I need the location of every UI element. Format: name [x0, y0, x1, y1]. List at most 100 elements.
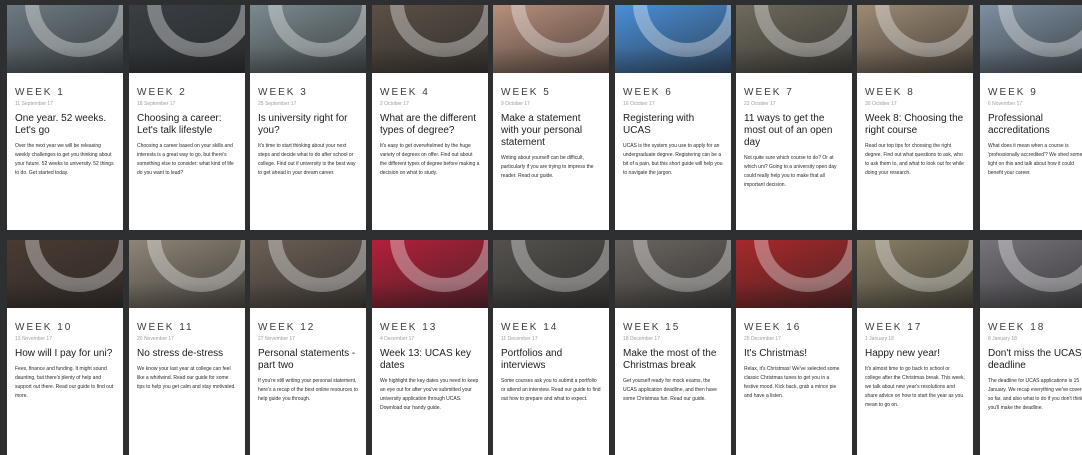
card-body: WEEK 3 25 September 17 Is university right…	[250, 73, 366, 184]
card-image-shade	[493, 282, 609, 308]
week-date: 25 December 17	[744, 336, 781, 342]
card-image-shade	[615, 47, 731, 73]
card-image	[372, 5, 488, 73]
card-body: WEEK 2 18 September 17 Choosing a career: …	[129, 73, 245, 184]
week-date: 4 December 17	[380, 336, 415, 342]
card-description: UCAS is the system you use to apply for …	[623, 143, 723, 176]
week-card[interactable]: WEEK 6 16 October 17 Registering with UCAS…	[615, 5, 731, 230]
week-card[interactable]: WEEK 15 18 December 17 Make the most of th…	[615, 240, 731, 455]
week-card[interactable]: WEEK 5 9 October 17 Make a statement with …	[493, 5, 609, 230]
card-title[interactable]: One year. 52 weeks. Let's go	[15, 113, 115, 137]
card-body: WEEK 13 4 December 17 Week 13: UCAS key da…	[372, 308, 488, 419]
card-body: WEEK 8 30 October 17 Week 8: Choosing the …	[857, 73, 973, 184]
week-label: WEEK 5	[501, 87, 551, 98]
card-image-shade	[250, 282, 366, 308]
week-card[interactable]: WEEK 12 27 November 17 Personal statements…	[250, 240, 366, 455]
card-image-shade	[129, 282, 245, 308]
week-date: 6 November 17	[988, 101, 1023, 107]
card-image-shade	[736, 282, 852, 308]
card-image-shade	[129, 47, 245, 73]
card-title[interactable]: 11 ways to get the most out of an open d…	[744, 113, 844, 149]
week-date: 8 January 18	[988, 336, 1017, 342]
card-image	[493, 240, 609, 308]
week-card[interactable]: WEEK 18 8 January 18 Don't miss the UCAS d…	[980, 240, 1082, 455]
card-description: Choosing a career based on your skills a…	[137, 143, 234, 176]
week-card[interactable]: WEEK 1 11 September 17 One year. 52 weeks.…	[7, 5, 123, 230]
card-body: WEEK 4 2 October 17 What are the different…	[372, 73, 488, 184]
card-title[interactable]: No stress de-stress	[137, 348, 237, 360]
card-description: Writing about yourself can be difficult,…	[501, 155, 594, 179]
week-label: WEEK 10	[15, 322, 73, 333]
week-date: 11 December 17	[501, 336, 538, 342]
card-title[interactable]: Week 13: UCAS key dates	[380, 348, 480, 372]
card-description: Fees, finance and funding. It might soun…	[15, 366, 114, 399]
card-description: We highlight the key dates you need to k…	[380, 378, 479, 411]
week-card[interactable]: WEEK 10 13 November 17 How will I pay for …	[7, 240, 123, 455]
week-label: WEEK 8	[865, 87, 915, 98]
week-card[interactable]: WEEK 7 23 October 17 11 ways to get the mo…	[736, 5, 852, 230]
week-date: 23 October 17	[744, 101, 776, 107]
card-body: WEEK 6 16 October 17 Registering with UCAS…	[615, 73, 731, 184]
card-image-shade	[493, 47, 609, 73]
week-card[interactable]: WEEK 13 4 December 17 Week 13: UCAS key da…	[372, 240, 488, 455]
card-title[interactable]: Is university right for you?	[258, 113, 358, 137]
card-image	[493, 5, 609, 73]
card-title[interactable]: Registering with UCAS	[623, 113, 723, 137]
card-title[interactable]: Happy new year!	[865, 348, 965, 360]
card-title[interactable]: What are the different types of degree?	[380, 113, 480, 137]
card-image	[857, 5, 973, 73]
card-title[interactable]: It's Christmas!	[744, 348, 844, 360]
card-image	[980, 240, 1082, 308]
week-card[interactable]: WEEK 17 1 January 18 Happy new year! It's a…	[857, 240, 973, 455]
week-card[interactable]: WEEK 11 20 November 17 No stress de-stress…	[129, 240, 245, 455]
card-description: It's almost time to go back to school or…	[865, 366, 965, 408]
card-image-shade	[7, 47, 123, 73]
card-title[interactable]: Personal statements - part two	[258, 348, 358, 372]
card-image-shade	[615, 282, 731, 308]
card-image	[615, 5, 731, 73]
card-body: WEEK 1 11 September 17 One year. 52 weeks.…	[7, 73, 123, 184]
card-body: WEEK 17 1 January 18 Happy new year! It's a…	[857, 308, 973, 416]
card-title[interactable]: Professional accreditations	[988, 113, 1082, 137]
card-title[interactable]: Make the most of the Christmas break	[623, 348, 723, 372]
card-image	[250, 240, 366, 308]
card-image	[129, 240, 245, 308]
card-title[interactable]: Week 8: Choosing the right course	[865, 113, 965, 137]
week-card[interactable]: WEEK 4 2 October 17 What are the different…	[372, 5, 488, 230]
card-image	[857, 240, 973, 308]
week-label: WEEK 6	[623, 87, 673, 98]
card-description: Some courses ask you to submit a portfol…	[501, 378, 601, 402]
card-title[interactable]: Make a statement with your personal stat…	[501, 113, 601, 149]
week-date: 16 October 17	[623, 101, 655, 107]
week-card[interactable]: WEEK 14 11 December 17 Portfolios and inte…	[493, 240, 609, 455]
week-label: WEEK 11	[137, 322, 194, 333]
card-title[interactable]: Portfolios and interviews	[501, 348, 601, 372]
card-description: Not quite sure which course to do? Or at…	[744, 155, 837, 188]
week-date: 25 September 17	[258, 101, 297, 107]
card-body: WEEK 5 9 October 17 Make a statement with …	[493, 73, 609, 187]
week-card[interactable]: WEEK 3 25 September 17 Is university right…	[250, 5, 366, 230]
card-body: WEEK 14 11 December 17 Portfolios and inte…	[493, 308, 609, 410]
week-card[interactable]: WEEK 16 25 December 17 It's Christmas! Rela…	[736, 240, 852, 455]
card-description: The deadline for UCAS applications is 15…	[988, 378, 1082, 411]
week-label: WEEK 9	[988, 87, 1038, 98]
week-label: WEEK 18	[988, 322, 1046, 333]
week-date: 30 October 17	[865, 101, 897, 107]
card-title[interactable]: Don't miss the UCAS deadline	[988, 348, 1082, 372]
card-body: WEEK 7 23 October 17 11 ways to get the mo…	[736, 73, 852, 196]
card-image-shade	[857, 282, 973, 308]
card-image-shade	[372, 47, 488, 73]
card-image-shade	[980, 282, 1082, 308]
card-image-shade	[250, 47, 366, 73]
card-description: Read our top tips for choosing the right…	[865, 143, 964, 176]
card-title[interactable]: Choosing a career: Let's talk lifestyle	[137, 113, 237, 137]
card-description: It's easy to get overwhelmed by the huge…	[380, 143, 480, 176]
card-description: We know your last year at college can fe…	[137, 366, 236, 390]
card-body: WEEK 18 8 January 18 Don't miss the UCAS d…	[980, 308, 1082, 419]
card-image	[250, 5, 366, 73]
card-image-shade	[857, 47, 973, 73]
card-title[interactable]: How will I pay for uni?	[15, 348, 115, 360]
week-card[interactable]: WEEK 2 18 September 17 Choosing a career: …	[129, 5, 245, 230]
week-card[interactable]: WEEK 9 6 November 17 Professional accredit…	[980, 5, 1082, 230]
week-card[interactable]: WEEK 8 30 October 17 Week 8: Choosing the …	[857, 5, 973, 230]
